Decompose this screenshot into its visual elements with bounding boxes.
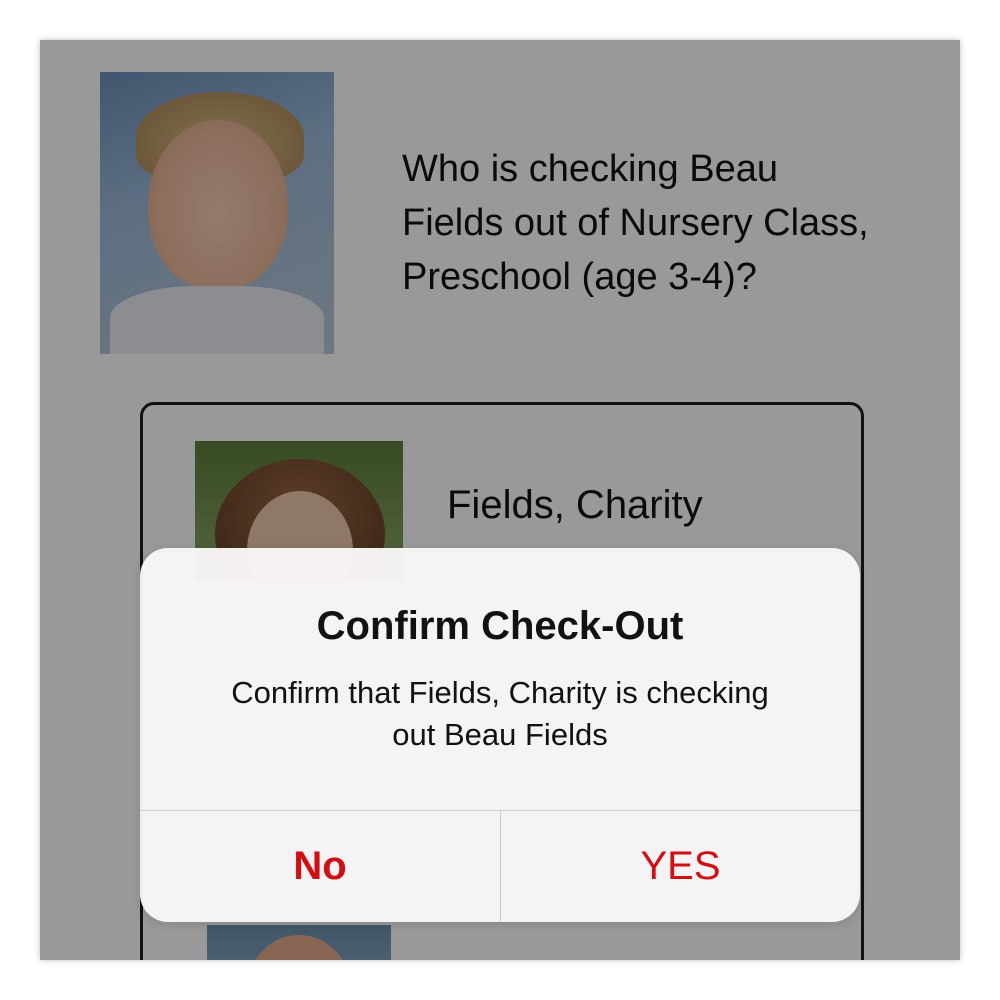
child-photo bbox=[100, 72, 334, 354]
dialog-message: Confirm that Fields, Charity is checking… bbox=[231, 675, 769, 752]
checkout-header: Who is checking Beau Fields out of Nurse… bbox=[100, 72, 900, 354]
no-button[interactable]: No bbox=[140, 811, 500, 922]
checkout-question: Who is checking Beau Fields out of Nurse… bbox=[402, 148, 869, 298]
yes-button[interactable]: YES bbox=[501, 811, 860, 922]
second-guardian-face bbox=[247, 935, 351, 960]
child-shirt bbox=[110, 286, 324, 354]
dialog-title: Confirm Check-Out bbox=[316, 604, 684, 648]
child-face bbox=[148, 120, 288, 290]
confirm-checkout-dialog: Confirm Check-Out Confirm that Fields, C… bbox=[140, 548, 860, 922]
checkout-screen: Who is checking Beau Fields out of Nurse… bbox=[40, 40, 960, 960]
guardian-name[interactable]: Fields, Charity bbox=[447, 483, 703, 528]
second-guardian-photo[interactable] bbox=[207, 925, 391, 960]
